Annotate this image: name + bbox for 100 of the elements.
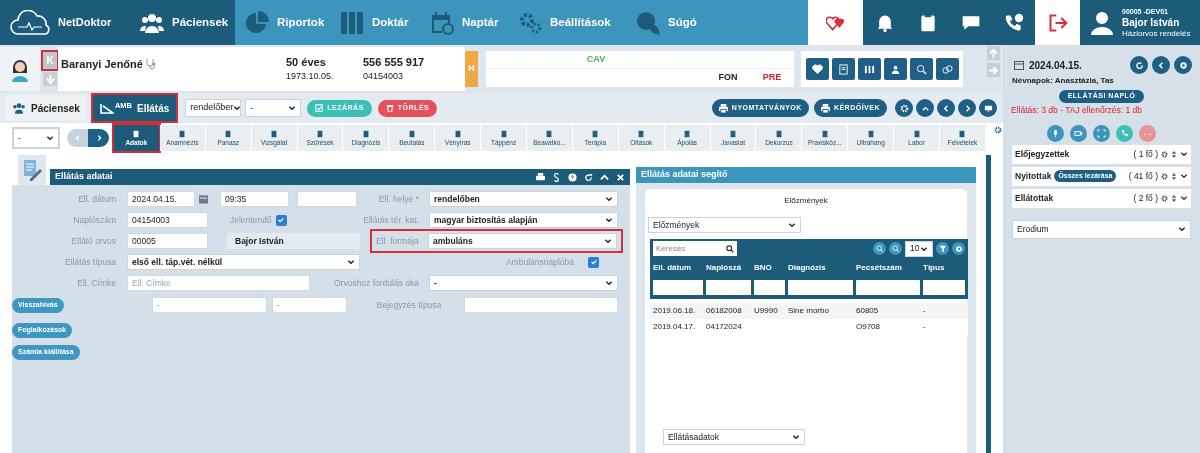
column-header: Ell. dátum (653, 261, 693, 274)
toolbar-button[interactable] (857, 58, 881, 80)
doctor-code-field[interactable]: 00005 (127, 233, 208, 249)
chevron-down-icon (792, 433, 800, 441)
chevron-down-icon (1180, 194, 1188, 203)
toolbar-button[interactable] (909, 58, 933, 80)
checkbox[interactable] (275, 214, 287, 226)
filter-field[interactable] (788, 279, 853, 295)
document-icon (729, 129, 737, 138)
phone-info-icon (1003, 12, 1024, 33)
filter-field[interactable] (706, 279, 751, 295)
scrollbar[interactable] (986, 155, 991, 453)
select-field[interactable]: 10 (905, 240, 933, 257)
search-icon (915, 63, 927, 75)
list-panel[interactable]: Előjegyzettek ( 1 fő ) (1012, 144, 1191, 164)
document-icon (837, 63, 849, 75)
filter-field[interactable] (923, 279, 965, 295)
next-button[interactable] (88, 129, 109, 147)
logout-icon (1047, 12, 1068, 33)
toolbar-button[interactable] (935, 58, 959, 80)
patient-name: Baranyi Jenőné (61, 57, 143, 72)
round-button[interactable] (1174, 56, 1192, 74)
call-button[interactable] (1047, 124, 1064, 142)
round-button[interactable] (958, 99, 976, 117)
column-header: BNO (754, 261, 773, 274)
chevron-down-icon (233, 104, 242, 112)
toolbar-button[interactable] (831, 58, 855, 80)
select-field[interactable]: Ellátásadatok (663, 429, 805, 445)
select-field[interactable]: - (12, 127, 60, 149)
sort-icon (1171, 150, 1177, 158)
tag-field[interactable]: Ell. Címke (127, 275, 310, 291)
chevron-down-icon (605, 195, 613, 203)
tab[interactable]: Páciensek (5, 95, 87, 121)
round-button[interactable] (952, 242, 965, 255)
round-button[interactable] (979, 99, 997, 117)
heart-monitor-icon (811, 63, 823, 75)
arrow-right-icon (989, 65, 998, 75)
zoom-button[interactable] (889, 242, 902, 255)
list-title: Ellátottak (1015, 191, 1054, 205)
filter-icon (938, 244, 947, 253)
select-field[interactable]: Előzmények (648, 217, 801, 233)
call-button[interactable] (1093, 124, 1110, 142)
checkbox[interactable] (588, 256, 599, 268)
field-label: Jelentendő (230, 213, 272, 227)
log-number-field[interactable]: 04154003 (127, 212, 208, 228)
round-button[interactable] (1130, 56, 1148, 74)
nav-tab[interactable]: Páciensek (130, 0, 235, 45)
date-field[interactable]: 2024.04.15. (127, 191, 195, 207)
document-icon (820, 129, 829, 138)
arrow-up-icon (989, 48, 998, 58)
field-label: Bejegyzés típusa (376, 298, 442, 312)
monitor-icon (983, 103, 993, 113)
field-label: Orvoshoz fordulás oka (333, 276, 420, 290)
select-field[interactable]: - (245, 99, 302, 117)
filter-field[interactable] (856, 279, 920, 295)
chevron-down-icon (46, 134, 54, 142)
table-cell-text: 06182008 (706, 305, 743, 317)
call-button[interactable] (1070, 124, 1087, 142)
round-button[interactable] (1152, 56, 1170, 74)
round-button[interactable] (895, 99, 913, 117)
select-field[interactable]: Erodium (1012, 219, 1191, 239)
select-field[interactable]: rendelőben (429, 191, 618, 207)
toolbar-button[interactable] (805, 58, 829, 80)
settings-icon (954, 244, 963, 253)
select-field[interactable]: első ell. táp.vét. nélkül (127, 254, 360, 270)
trash-icon (385, 104, 394, 112)
filter-field[interactable] (754, 279, 785, 295)
round-button[interactable] (916, 99, 934, 117)
document-icon (270, 129, 279, 138)
field-label: Ell. formája (376, 234, 420, 248)
select-field[interactable]: rendelőber (185, 99, 242, 117)
round-button[interactable] (937, 99, 955, 117)
refresh-icon (1134, 60, 1144, 70)
select-field[interactable]: - (429, 275, 618, 291)
check-square-icon (315, 104, 324, 112)
input-field[interactable] (297, 191, 357, 207)
filter-field[interactable] (653, 279, 703, 295)
select-field[interactable]: magyar biztosítás alapján (429, 212, 618, 228)
document-icon (178, 129, 187, 138)
vital-label: FON (718, 71, 738, 85)
time-field[interactable]: 09:35 (220, 191, 289, 207)
document-icon (866, 129, 875, 138)
count-text: ( 41 fő ) (1128, 169, 1158, 183)
list-panel[interactable]: Ellátottak ( 2 fő ) (1012, 188, 1191, 208)
check-icon (277, 216, 286, 224)
input-field[interactable] (464, 297, 618, 313)
ambulance-ramp-icon (99, 102, 114, 114)
vital-label: PRE (762, 71, 782, 85)
stethoscope-icon (144, 58, 157, 71)
settings-icon (994, 126, 1002, 134)
calendar-icon (199, 194, 208, 204)
table-cell-text: 60805 (856, 305, 880, 317)
document-icon (361, 129, 370, 138)
brand-name: NetDoktor (58, 15, 112, 31)
search-field[interactable]: Keresés (653, 241, 737, 256)
toolbar-button[interactable] (883, 58, 907, 80)
round-button[interactable] (936, 242, 949, 255)
select-field[interactable]: ambuláns (428, 233, 617, 249)
document-icon (958, 129, 967, 138)
zoom-button[interactable] (873, 242, 886, 255)
